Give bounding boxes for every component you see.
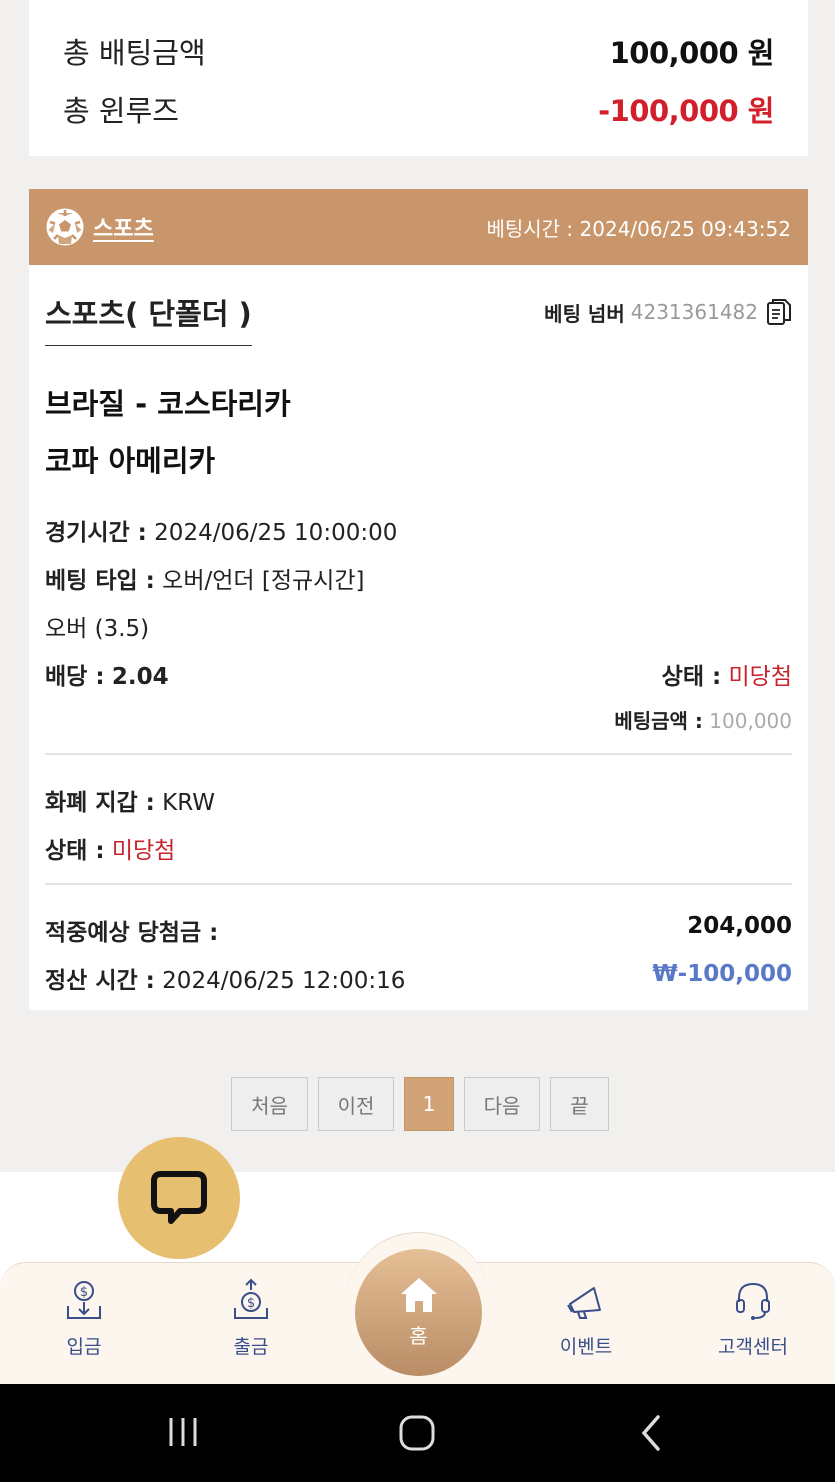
bet-number-label: 베팅 넘버: [544, 301, 625, 326]
page-prev-button[interactable]: 이전: [318, 1077, 394, 1131]
system-navigation-bar: [0, 1384, 835, 1482]
odds-row: 배당 : 2.04: [45, 657, 169, 691]
status-value: 미당첨: [111, 838, 176, 864]
match-name: 브라질 - 코스타리카: [45, 387, 291, 421]
wallet-label: 화폐 지갑 :: [45, 790, 155, 816]
bet-type-row: 베팅 타입 : 오버/언더 [정규시간]: [45, 561, 364, 595]
game-time-label: 경기시간 :: [45, 520, 147, 546]
total-bet-label: 총 배팅금액: [63, 36, 206, 70]
copy-icon[interactable]: [766, 297, 792, 327]
summary-card: 총 배팅금액 100,000 원 총 윈루즈 -100,000 원: [29, 0, 808, 156]
home-icon: [400, 1278, 437, 1312]
nav-deposit[interactable]: $ 입금: [24, 1278, 144, 1359]
bet-amount-value: 100,000: [709, 709, 792, 733]
divider: [45, 883, 792, 885]
settle-time-row: 정산 시간 : 2024/06/25 12:00:16: [45, 961, 405, 995]
bet-category-title[interactable]: 스포츠: [93, 211, 154, 243]
deposit-icon: $: [67, 1281, 101, 1319]
odds-value: 2.04: [111, 664, 169, 690]
bet-time: 베팅시간 : 2024/06/25 09:43:52: [486, 213, 791, 242]
nav-withdraw[interactable]: $ 출금: [191, 1278, 311, 1359]
bet-card-header: 스포츠 베팅시간 : 2024/06/25 09:43:52: [29, 189, 808, 265]
nav-event[interactable]: 이벤트: [526, 1278, 646, 1359]
svg-text:$: $: [247, 1296, 255, 1311]
recent-apps-icon[interactable]: [165, 1414, 201, 1450]
total-winloss-label: 총 윈루즈: [63, 94, 179, 128]
league-name: 코파 아메리카: [45, 444, 216, 478]
pick-status-row: 상태 : 미당첨: [662, 657, 792, 691]
chat-button[interactable]: [118, 1137, 240, 1259]
expected-win-value: 204,000: [687, 913, 792, 939]
megaphone-icon: [567, 1287, 601, 1319]
expected-win-label: 적중예상 당첨금 :: [45, 920, 219, 946]
status-label: 상태 :: [45, 838, 105, 864]
svg-text:$: $: [80, 1285, 88, 1300]
nav-home[interactable]: 홈: [355, 1249, 482, 1376]
total-winloss-row: 총 윈루즈 -100,000 원: [63, 88, 774, 130]
bet-number: 베팅 넘버 4231361482: [544, 297, 792, 327]
bet-amount-label: 베팅금액 :: [614, 709, 703, 733]
page-next-button[interactable]: 다음: [464, 1077, 540, 1131]
wallet-value: KRW: [162, 790, 216, 816]
bet-card-body: 스포츠( 단폴더 ) 베팅 넘버 4231361482 브라질 - 코스타리카 …: [45, 265, 792, 1010]
pick-status-value: 미당첨: [728, 664, 792, 690]
nav-event-label: 이벤트: [559, 1336, 613, 1358]
total-bet-value: 100,000 원: [609, 36, 775, 70]
headset-icon: [736, 1282, 770, 1320]
total-winloss-value: -100,000 원: [598, 94, 774, 128]
pagination: 처음 이전 1 다음 끝: [231, 1077, 609, 1131]
back-icon[interactable]: [636, 1414, 666, 1452]
chat-bubble-icon: [151, 1171, 207, 1224]
expected-win-row: 적중예상 당첨금 :: [45, 913, 218, 947]
page-last-button[interactable]: 끝: [550, 1077, 609, 1131]
wallet-row: 화폐 지갑 : KRW: [45, 783, 215, 817]
withdraw-icon: $: [234, 1278, 268, 1319]
nav-support-label: 고객센터: [718, 1336, 788, 1358]
page-first-button[interactable]: 처음: [231, 1077, 308, 1131]
game-time-row: 경기시간 : 2024/06/25 10:00:00: [45, 513, 397, 547]
bet-time-label: 베팅시간 :: [486, 216, 574, 241]
selection: 오버 (3.5): [45, 616, 150, 642]
nav-support[interactable]: 고객센터: [693, 1278, 813, 1359]
divider: [45, 753, 792, 755]
total-bet-row: 총 배팅금액 100,000 원: [63, 30, 775, 72]
nav-withdraw-label: 출금: [233, 1336, 269, 1358]
pick-status-label: 상태 :: [661, 664, 722, 690]
game-time-value: 2024/06/25 10:00:00: [154, 520, 398, 546]
settle-time-label: 정산 시간 :: [45, 968, 155, 994]
bet-amount-row: 베팅금액 : 100,000: [614, 705, 792, 734]
bet-type-title: 스포츠( 단폴더 ): [45, 291, 252, 346]
home-system-icon[interactable]: [398, 1414, 436, 1452]
soccer-ball-icon: [46, 208, 84, 246]
bet-type-label: 베팅 타입 :: [45, 568, 155, 594]
bet-type-value: 오버/언더 [정규시간]: [162, 568, 365, 594]
settle-amount: ₩-100,000: [652, 961, 792, 987]
nav-home-label: 홈: [409, 1324, 428, 1348]
bet-card: 스포츠 베팅시간 : 2024/06/25 09:43:52 스포츠( 단폴더 …: [29, 189, 808, 1010]
status-row: 상태 : 미당첨: [45, 831, 175, 865]
odds-label: 배당 :: [45, 664, 105, 690]
page-current-button[interactable]: 1: [404, 1077, 454, 1131]
bet-time-value: 2024/06/25 09:43:52: [579, 216, 791, 241]
settle-time-value: 2024/06/25 12:00:16: [162, 968, 406, 994]
nav-deposit-label: 입금: [66, 1336, 102, 1358]
bet-number-value: 4231361482: [630, 300, 758, 324]
